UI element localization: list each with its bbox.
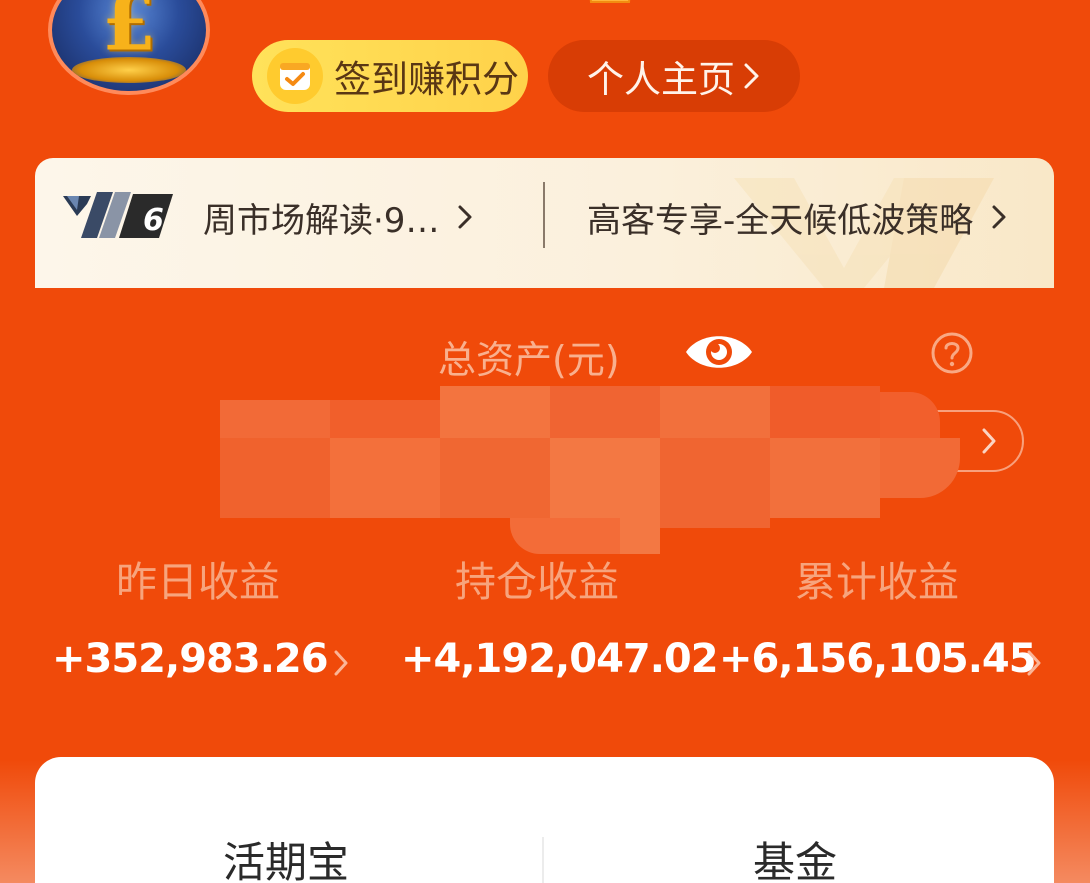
earning-holding[interactable]: 持仓收益 +4,192,047.02 bbox=[363, 548, 719, 698]
banner-link-strategy[interactable]: 高客专享-全天候低波策略 bbox=[587, 192, 1007, 242]
app-page: £ 签到赚积分 个人主页 6 周市场解读·9… 高客专享-全天候低波策略 总资产… bbox=[0, 0, 1090, 883]
earning-label: 持仓收益 bbox=[455, 558, 619, 606]
personal-homepage-button[interactable]: 个人主页 bbox=[548, 40, 800, 112]
checkin-earn-points-button[interactable]: 签到赚积分 bbox=[252, 40, 528, 112]
header-title-cropped bbox=[585, 0, 1005, 6]
checkin-icon bbox=[267, 48, 323, 104]
chevron-right-icon bbox=[458, 205, 472, 229]
eye-visibility-icon[interactable] bbox=[682, 327, 756, 377]
vip-level-badge-icon: 6 bbox=[63, 192, 173, 238]
avatar[interactable]: £ bbox=[48, 0, 210, 95]
banner-link-weekly-market[interactable]: 周市场解读·9… bbox=[203, 192, 473, 242]
total-assets-header: 总资产(元) bbox=[0, 325, 1090, 382]
tab-fund[interactable]: 基金 bbox=[753, 829, 837, 883]
badge-level-text: 6 bbox=[143, 203, 164, 238]
crown-icon bbox=[589, 0, 631, 3]
earning-yesterday[interactable]: 昨日收益 +352,983.26 bbox=[0, 548, 363, 698]
help-question-icon[interactable] bbox=[930, 331, 974, 375]
chevron-right-icon bbox=[744, 63, 759, 89]
earning-value: +352,983.26 bbox=[52, 636, 329, 682]
chevron-right-icon bbox=[1027, 650, 1041, 676]
avatar-currency-icon: £ bbox=[101, 0, 157, 69]
total-assets-label: 总资产(元) bbox=[438, 338, 620, 382]
product-tabs-card: 活期宝 基金 bbox=[35, 757, 1054, 883]
earning-label: 昨日收益 bbox=[116, 558, 280, 606]
chevron-right-icon bbox=[982, 428, 996, 454]
earning-label: 累计收益 bbox=[795, 558, 959, 606]
promo-banner: 6 周市场解读·9… 高客专享-全天候低波策略 bbox=[35, 158, 1054, 288]
earning-value: +6,156,105.45 bbox=[719, 636, 1037, 682]
earning-cumulative[interactable]: 累计收益 +6,156,105.45 bbox=[715, 548, 1090, 698]
earning-value: +4,192,047.02 bbox=[401, 636, 719, 682]
banner-divider bbox=[543, 182, 545, 248]
profile-label: 个人主页 bbox=[587, 58, 735, 101]
chevron-right-icon bbox=[334, 650, 348, 676]
chevron-right-icon bbox=[992, 205, 1006, 229]
tab-divider bbox=[542, 837, 544, 883]
banner-text-weekly-market: 周市场解读·9… bbox=[203, 200, 440, 241]
tab-huoqibao[interactable]: 活期宝 bbox=[223, 829, 349, 883]
banner-text-strategy: 高客专享-全天候低波策略 bbox=[587, 200, 974, 241]
redacted-asset-amount-mosaic bbox=[220, 382, 960, 554]
checkin-label: 签到赚积分 bbox=[334, 58, 519, 101]
